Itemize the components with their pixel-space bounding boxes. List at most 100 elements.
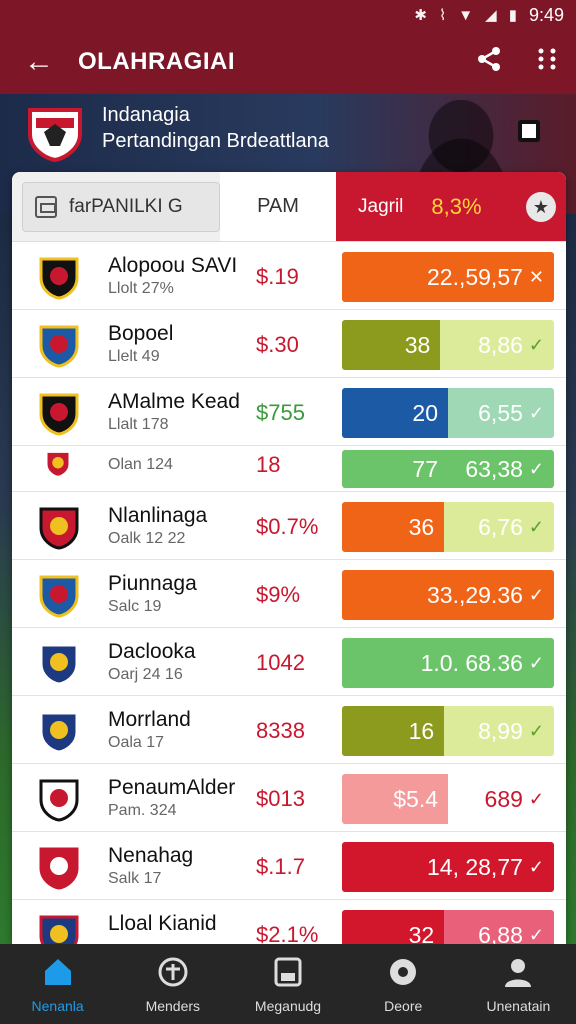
team-crest-icon [39, 643, 79, 686]
odds-segment: 16 [342, 706, 445, 756]
status-time: 9:49 [528, 4, 564, 25]
team-row[interactable]: Lloal Kianid $2.1% 32 6,88 ✓ [12, 900, 566, 944]
tab-pam[interactable]: PAM [220, 172, 336, 241]
square-toggle-icon[interactable] [518, 120, 540, 142]
check-icon: ✓ [528, 516, 544, 537]
check-icon: ✓ [528, 334, 544, 355]
bluetooth-icon: ✱ [414, 7, 427, 24]
team-crest-icon [39, 711, 79, 754]
club-crest-icon [28, 108, 82, 162]
team-name: Bopoel [108, 322, 174, 345]
team-crest-icon [39, 915, 79, 944]
odds-segment: 1.0. 68.36 ✓ [342, 638, 554, 688]
team-price: 18 [256, 452, 281, 477]
vibrate-icon: ⌇ [438, 7, 447, 24]
more-options-icon[interactable] [518, 45, 576, 80]
odds-segment: 36 [342, 502, 445, 552]
nav-item-home[interactable]: Nenanla [0, 944, 115, 1024]
odds-segment: 22.,59,57 ✕ [342, 252, 554, 302]
team-name: PenaumAlder [108, 776, 236, 799]
check-icon: ✓ [528, 720, 544, 741]
odds-segment: 38 [342, 320, 441, 370]
team-subtitle: Llelt 49 [108, 348, 160, 365]
team-subtitle: Pam. 324 [108, 802, 177, 819]
odds-segment: 33.,29.36 ✓ [342, 570, 554, 620]
team-price: $0.7% [256, 514, 319, 539]
team-subtitle: Salk 17 [108, 870, 162, 887]
star-icon[interactable]: ★ [526, 192, 556, 222]
app-bar: ← OLAHRAGIAI [0, 30, 576, 94]
odds-segment: 8,86 ✓ [440, 320, 554, 370]
odds-value: 32 [408, 921, 435, 945]
team-row[interactable]: Alopoou SAVI Llolt 27% $.19 22.,59,57 ✕ [12, 242, 566, 310]
team-list: Alopoou SAVI Llolt 27% $.19 22.,59,57 ✕ B… [12, 242, 566, 944]
team-crest-icon [39, 507, 79, 550]
hero-title: Indanagia [102, 104, 190, 126]
page-title: OLAHRAGIAI [78, 48, 235, 75]
team-row[interactable]: AMalme Kead Llalt 178 $755 20 6,55 ✓ [12, 378, 566, 446]
tab-jagril[interactable]: Jagril 8,3% ★ [336, 172, 566, 241]
team-price: $.30 [256, 332, 299, 357]
team-row[interactable]: PenaumAlder Pam. 324 $013 $5.4 689 ✓ [12, 764, 566, 832]
team-row[interactable]: Morrland Oala 17 8338 16 8,99 ✓ [12, 696, 566, 764]
odds-bar: 38 8,86 ✓ [342, 320, 554, 370]
tab-percentage: 8,3% [431, 193, 482, 219]
tab-panel: farPANILKI G [12, 172, 220, 241]
odds-segment: 6,55 ✓ [448, 388, 554, 438]
team-row[interactable]: Nenahag Salk 17 $.1.7 14, 28,77 ✓ [12, 832, 566, 900]
odds-bar: 32 6,88 ✓ [342, 910, 554, 944]
team-name: Nlanlinaga [108, 504, 208, 527]
team-subtitle: Oalk 12 22 [108, 530, 186, 547]
tab-label: farPANILKI G [69, 195, 183, 217]
team-row[interactable]: Olan 124 18 77 63,38 ✓ [12, 446, 566, 492]
odds-value: 20 [412, 399, 438, 426]
odds-value: 22.,59,57 [426, 263, 523, 290]
team-row[interactable]: Piunnaga Salc 19 $9% 33.,29.36 ✓ [12, 560, 566, 628]
back-arrow-icon[interactable]: ← [0, 45, 78, 79]
nav-item-save[interactable]: Meganudg [230, 944, 345, 1024]
odds-bar: 1.0. 68.36 ✓ [342, 638, 554, 688]
check-icon: ✓ [528, 788, 544, 809]
odds-segment: 63,38 ✓ [448, 450, 554, 488]
team-row[interactable]: Nlanlinaga Oalk 12 22 $0.7% 36 6,76 ✓ [12, 492, 566, 560]
nav-label: Menders [145, 997, 201, 1014]
odds-segment: 6,76 ✓ [444, 502, 554, 552]
odds-bar: 36 6,76 ✓ [342, 502, 554, 552]
share-icon[interactable] [460, 45, 518, 80]
odds-value: 36 [408, 513, 435, 540]
team-price: $.19 [256, 264, 299, 289]
team-crest-icon [39, 257, 79, 300]
panel-icon [35, 195, 57, 218]
nav-label: Meganudg [254, 997, 322, 1014]
team-subtitle: Oarj 24 16 [108, 666, 183, 683]
check-icon: ✓ [528, 402, 544, 423]
wifi-icon: ▼ [458, 6, 474, 24]
odds-value: $5.4 [393, 785, 438, 812]
nav-item-user[interactable]: Unenatain [461, 944, 576, 1024]
odds-segment: $5.4 [342, 774, 448, 824]
team-crest-icon [39, 393, 79, 436]
check-icon: ✓ [528, 584, 544, 605]
team-name: AMalme Kead [108, 390, 240, 413]
team-price: $755 [256, 400, 305, 425]
team-row[interactable]: Daclooka Oarj 24 16 1042 1.0. 68.36 ✓ [12, 628, 566, 696]
check-icon: ✓ [528, 458, 544, 479]
nav-item-medal[interactable]: Deore [346, 944, 461, 1024]
team-subtitle: Llolt 27% [108, 280, 174, 297]
nav-label: Nenanla [31, 997, 84, 1014]
team-row[interactable]: Bopoel Llelt 49 $.30 38 8,86 ✓ [12, 310, 566, 378]
team-subtitle: Oala 17 [108, 734, 165, 751]
team-subtitle: Salc 19 [108, 598, 162, 615]
team-name: Nenahag [108, 844, 194, 867]
team-crest-icon [39, 325, 79, 368]
team-name: Piunnaga [108, 572, 197, 595]
odds-segment: 77 [342, 450, 448, 488]
team-price: $9% [256, 582, 301, 607]
odds-bar: 22.,59,57 ✕ [342, 252, 554, 302]
nav-item-ball[interactable]: Menders [115, 944, 230, 1024]
odds-segment: 6,88 ✓ [444, 910, 554, 944]
odds-value: 1.0. 68.36 [420, 649, 523, 676]
team-name: Morrland [108, 708, 191, 731]
tab-farpanilkig[interactable]: farPANILKI G [22, 181, 220, 232]
team-crest-icon [39, 575, 79, 618]
